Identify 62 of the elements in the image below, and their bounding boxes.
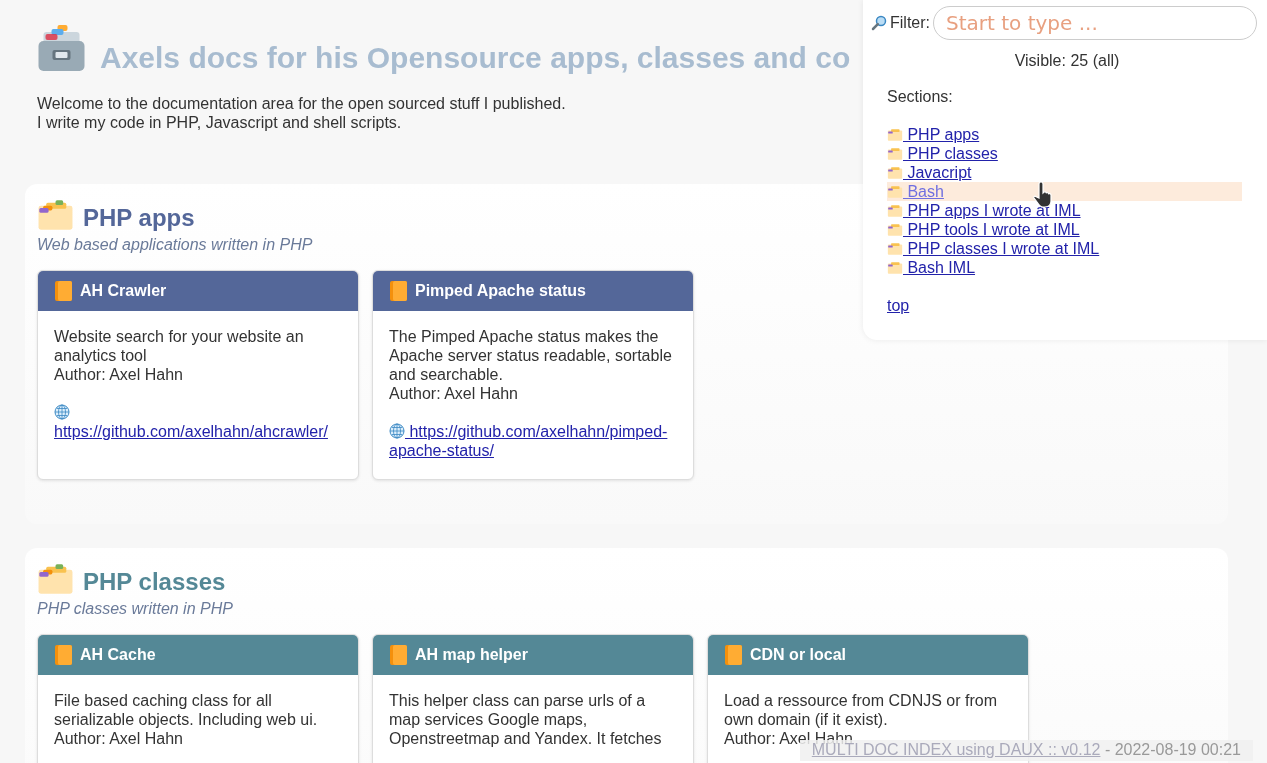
card-text: Author: Axel Hahn <box>389 384 518 403</box>
folder-icon <box>887 204 903 217</box>
folder-icon <box>887 223 903 236</box>
card-title: AH Crawler <box>80 282 167 300</box>
github-link[interactable]: https://github.com/axelhahn/ahcrawler/ <box>54 403 342 441</box>
visible-count: Visible: 25 (all) <box>1013 52 1121 70</box>
section-title: PHP classes <box>83 568 226 596</box>
card-text: File based caching class for all <box>54 691 272 710</box>
card-title: Pimped Apache status <box>415 282 586 300</box>
book-icon <box>724 644 744 666</box>
page-title: Axels docs for his Opensource apps, classes and co <box>100 41 851 75</box>
folder-icon <box>887 242 903 255</box>
card-text: The Pimped Apache status makes the <box>389 327 659 346</box>
github-link[interactable]: https://github.com/axelhahn/pimped-apache-status/ <box>389 422 677 460</box>
globe-icon <box>54 404 70 420</box>
globe-icon <box>389 423 405 439</box>
folder-icon <box>37 198 74 232</box>
section-link[interactable]: Bash IML <box>887 258 1242 277</box>
search-icon <box>871 15 887 31</box>
card-text: Author: Axel Hahn <box>54 729 183 748</box>
book-icon <box>389 280 409 302</box>
section-link[interactable]: PHP classes <box>887 144 1242 163</box>
card-title: AH map helper <box>415 646 528 664</box>
book-icon <box>54 280 74 302</box>
card-text: map services Google maps, <box>389 710 588 729</box>
footer-date: - 2022-08-19 00:21 <box>1103 741 1241 758</box>
section-link[interactable]: PHP apps I wrote at IML <box>887 201 1242 220</box>
folder-icon <box>887 128 903 141</box>
file-cabinet-icon <box>37 24 86 72</box>
section-link[interactable]: Bash <box>887 182 1242 201</box>
sections-label: Sections: <box>887 88 954 106</box>
card-text: This helper class can parse urls of a <box>389 691 646 710</box>
card-text: analytics tool <box>54 346 147 365</box>
intro-text: I write my code in PHP, Javascript and shell scripts. <box>37 113 402 132</box>
card-text: and searchable. <box>389 365 503 384</box>
filter-input[interactable]: Start to type ... <box>933 6 1257 40</box>
book-icon <box>389 644 409 666</box>
card-text: Website search for your website an <box>54 327 304 346</box>
card-text: serializable objects. Including web ui. <box>54 710 318 729</box>
folder-icon <box>887 185 903 198</box>
card-text: Author: Axel Hahn <box>54 365 183 384</box>
filter-label: Filter: <box>890 14 930 32</box>
section-link[interactable]: PHP apps <box>887 125 1242 144</box>
card-title: AH Cache <box>80 646 156 664</box>
intro-text: Welcome to the documentation area for the open sourced stuff I published. <box>37 94 566 113</box>
card-text: Load a ressource from CDNJS or from <box>724 691 997 710</box>
folder-icon <box>887 261 903 274</box>
section-link[interactable]: PHP classes I wrote at IML <box>887 239 1242 258</box>
card-title: CDN or local <box>750 646 846 664</box>
section-subtitle: PHP classes written in PHP <box>37 600 233 618</box>
book-icon <box>54 644 74 666</box>
section-title: PHP apps <box>83 204 195 232</box>
section-link[interactable]: PHP tools I wrote at IML <box>887 220 1242 239</box>
folder-icon <box>37 562 74 596</box>
folder-icon <box>887 166 903 179</box>
folder-icon <box>887 147 903 160</box>
section-subtitle: Web based applications written in PHP <box>37 236 313 254</box>
top-link[interactable]: top <box>887 297 910 315</box>
card-text: Apache server status readable, sortable <box>389 346 672 365</box>
card-text: Openstreetmap and Yandex. It fetches <box>389 729 662 748</box>
card-text: own domain (if it exist). <box>724 710 888 729</box>
section-link[interactable]: Javacript <box>887 163 1242 182</box>
